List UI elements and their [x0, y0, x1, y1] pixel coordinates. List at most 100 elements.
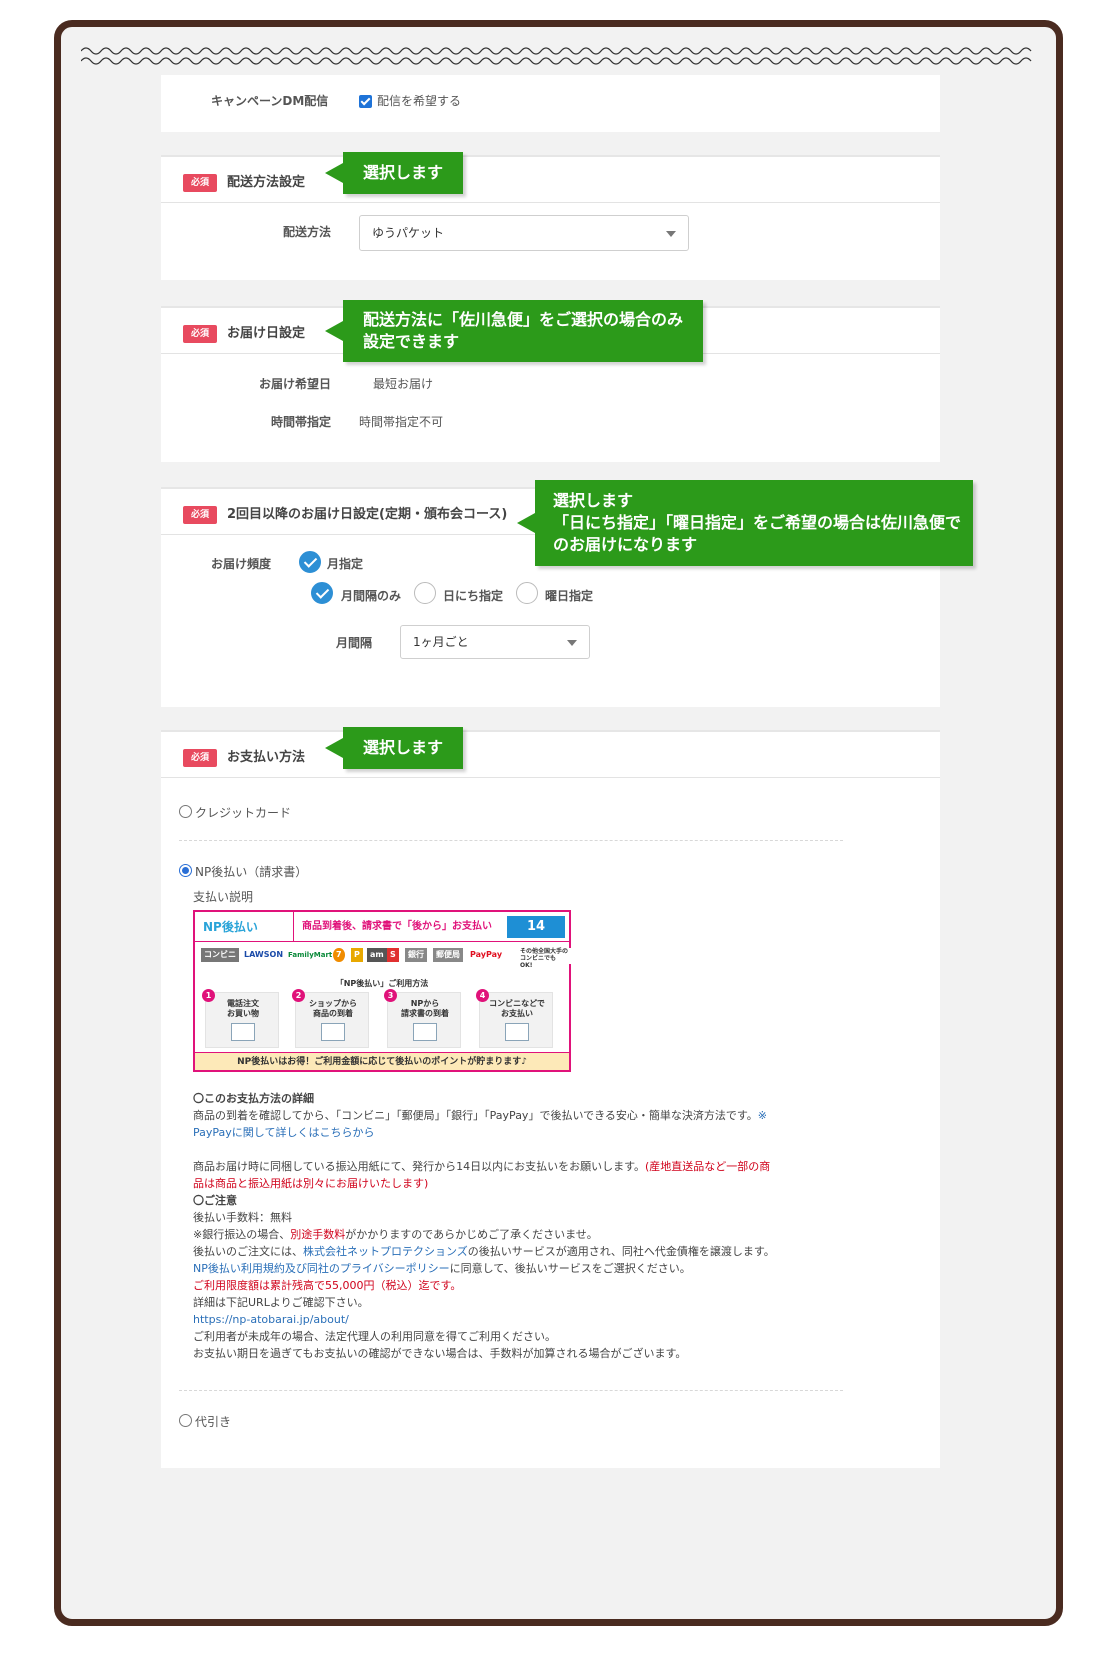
divider: [179, 840, 843, 841]
details-line1-text: 商品の到着を確認してから、「コンビニ」「郵便局」「銀行」「PayPay」で後払い…: [193, 1109, 758, 1122]
subscription-callout-line2: 「日にち指定」「曜日指定」をご希望の場合は佐川急便で: [553, 513, 962, 532]
details-line3: 商品お届け時に同梱している振込用紙にて、発行から14日以内にお支払いをお願いしま…: [193, 1158, 775, 1175]
np-logo: NP後払い: [203, 920, 258, 934]
minor-text: ご利用者が未成年の場合、法定代理人の利用同意を得てご利用ください。: [193, 1330, 556, 1343]
company-line: 後払いのご注文には、株式会社ネットプロテクションズの後払いサービスが適用され、同…: [193, 1243, 775, 1260]
required-badge: 必須: [183, 174, 217, 192]
company-link[interactable]: 株式会社ネットプロテクションズ: [303, 1245, 468, 1258]
paypay-link[interactable]: PayPayに関して詳しくはこちらから: [193, 1124, 775, 1141]
limit-text: ご利用限度額は累計残高で55,000円（税込）迄です。: [193, 1279, 462, 1292]
terms-link[interactable]: NP後払い利用規約及び同社のプライバシーポリシー: [193, 1262, 450, 1275]
option-radio-monthly[interactable]: [311, 582, 333, 604]
payment-description-label: 支払い説明: [193, 890, 254, 904]
bank-fee-line: ※銀行振込の場合、別途手数料がかかりますのであらかじめご了承くださいませ。: [193, 1226, 775, 1243]
shipping-method-select[interactable]: ゆうパケット: [359, 215, 689, 251]
url-intro: 詳細は下記URLよりご確認下さい。: [193, 1296, 369, 1309]
np-stores-row: コンビニ LAWSON FamilyMart 7 P am S 銀行 郵便局 P…: [201, 948, 571, 970]
store-post: 郵便局: [433, 948, 463, 962]
option-label-date[interactable]: 日にち指定: [443, 587, 503, 604]
interval-label: 月間隔: [336, 636, 373, 650]
overdue-text: お支払い期日を過ぎてもお支払いの確認ができない場合は、手数料が加算される場合がご…: [193, 1347, 687, 1360]
np-url-link[interactable]: https://np-atobarai.jp/about/: [193, 1311, 775, 1328]
subscription-callout: 選択します 「日にち指定」「曜日指定」をご希望の場合は佐川急便で のお届けになり…: [517, 480, 973, 566]
month-frequency-label[interactable]: 月指定: [327, 555, 363, 572]
desired-date-value: 最短お届け: [373, 377, 434, 391]
campaign-panel: キャンペーンDM配信 配信を希望する: [161, 75, 940, 132]
interval-select[interactable]: 1ヶ月ごと: [400, 625, 590, 659]
interval-value: 1ヶ月ごと: [413, 635, 469, 649]
store-icon: [505, 1023, 529, 1041]
time-slot-label: 時間帯指定: [271, 415, 332, 429]
store-bank: 銀行: [405, 948, 427, 962]
delivery-date-callout: 配送方法に「佐川急便」をご選択の場合のみ 設定できます: [324, 300, 704, 362]
package-icon: [321, 1023, 345, 1041]
option-radio-weekday[interactable]: [516, 582, 538, 604]
bank-fee-red: 別途手数料: [290, 1228, 346, 1241]
step-text: 商品の到着: [313, 1009, 353, 1018]
step-text: お買い物: [227, 1009, 259, 1018]
payment-label-cod[interactable]: 代引き: [195, 1413, 231, 1430]
payment-callout-text: 選択します: [363, 738, 444, 757]
option-label-monthly[interactable]: 月間隔のみ: [341, 587, 401, 604]
shipping-header: 必須 配送方法設定: [161, 155, 940, 203]
chevron-down-icon: [666, 231, 676, 237]
store-poplar: P: [351, 948, 363, 962]
shipping-title: 配送方法設定: [227, 175, 306, 190]
np-14-days-badge: 14: [507, 916, 565, 938]
payment-radio-credit[interactable]: [179, 805, 192, 818]
np-banner-footer: NP後払いはお得！ご利用金額に応じて後払いのポイントが貯まります♪: [195, 1052, 569, 1070]
payment-details: 〇このお支払方法の詳細 商品の到着を確認してから、「コンビニ」「郵便局」「銀行」…: [193, 1090, 775, 1362]
payment-panel: 必須 お支払い方法 クレジットカード NP後払い（請求書） 支払い説明 NP後払…: [161, 730, 940, 1468]
payment-label-credit[interactable]: クレジットカード: [195, 804, 291, 821]
divider: [179, 1390, 843, 1391]
details-line4-red: 品は商品と振込用紙は別々にお届けいたします): [193, 1177, 429, 1190]
payment-label-np[interactable]: NP後払い（請求書）: [195, 863, 307, 880]
option-label-weekday[interactable]: 曜日指定: [545, 587, 593, 604]
shipping-callout: 選択します: [324, 152, 464, 194]
pc-icon: [231, 1023, 255, 1041]
details-heading: 〇このお支払方法の詳細: [193, 1092, 314, 1105]
company-pre: 後払いのご注文には、: [193, 1245, 303, 1258]
shipping-method-value: ゆうパケット: [372, 226, 445, 240]
required-badge: 必須: [183, 749, 217, 767]
fee-text: 後払い手数料：無料: [193, 1211, 292, 1224]
caution-heading: 〇ご注意: [193, 1194, 237, 1207]
shipping-callout-text: 選択します: [363, 163, 444, 182]
store-seicomart: S: [387, 948, 399, 962]
campaign-label: キャンペーンDM配信: [211, 94, 329, 108]
option-radio-date[interactable]: [414, 582, 436, 604]
frequency-label: お届け頻度: [211, 557, 272, 571]
campaign-checkbox[interactable]: [359, 95, 372, 108]
payment-callout: 選択します: [324, 727, 464, 769]
month-frequency-radio[interactable]: [299, 551, 321, 573]
np-atobarai-banner: NP後払い 商品到着後、請求書で「後から」お支払い 14 コンビニ LAWSON…: [193, 910, 571, 1072]
payment-radio-cod[interactable]: [179, 1414, 192, 1427]
chevron-down-icon: [567, 640, 577, 646]
details-line1: 商品の到着を確認してから、「コンビニ」「郵便局」「銀行」「PayPay」で後払い…: [193, 1107, 775, 1124]
step-text: コンビニなどで: [489, 999, 545, 1008]
np-headline: 商品到着後、請求書で「後から」お支払い: [293, 912, 492, 942]
stores-note: その他全国大手の コンビニでもOK!: [517, 948, 571, 969]
time-slot-value: 時間帯指定不可: [359, 415, 444, 429]
wavy-top-border: [81, 47, 1032, 65]
delivery-date-callout-line2: 設定できます: [363, 332, 460, 351]
payment-radio-np[interactable]: [179, 864, 192, 877]
store-paypay: PayPay: [467, 948, 506, 962]
bank-fee-pre: ※銀行振込の場合、: [193, 1228, 291, 1241]
terms-post: に同意して、後払いサービスをご選択ください。: [449, 1262, 691, 1275]
bank-fee-post: がかかりますのであらかじめご了承くださいませ。: [345, 1228, 598, 1241]
delivery-date-callout-line1: 配送方法に「佐川急便」をご選択の場合のみ: [363, 310, 684, 329]
store-conveni: コンビニ: [201, 948, 239, 962]
details-line3-red: (産地直送品など一部の商: [645, 1160, 771, 1173]
np-banner-top: NP後払い 商品到着後、請求書で「後から」お支払い 14: [195, 912, 569, 942]
company-post: の後払いサービスが適用され、同社へ代金債権を譲渡します。: [467, 1245, 775, 1258]
step-text: 請求書の到着: [401, 1009, 449, 1018]
paypay-note-link[interactable]: ※: [758, 1109, 767, 1122]
required-badge: 必須: [183, 325, 217, 343]
step-text: NPから: [410, 999, 440, 1008]
campaign-checkbox-label[interactable]: 配信を希望する: [377, 92, 461, 109]
required-badge: 必須: [183, 506, 217, 524]
store-familymart: FamilyMart: [285, 948, 336, 962]
subscription-title: 2回目以降のお届け日設定(定期・頒布会コース): [227, 507, 508, 522]
